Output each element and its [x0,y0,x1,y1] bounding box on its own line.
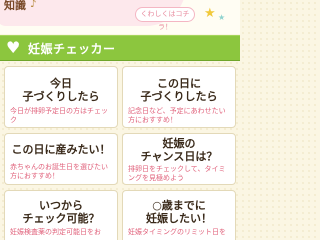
card-description: 赤ちゃんのお誕生日を選びたい方におすすめ！ [10,163,108,180]
card-description: 妊娠タイミングのリミット日を [128,228,226,236]
section-title: 妊娠チェッカー [28,42,116,56]
card-title: 今日 子づくりしたら [22,77,100,103]
card-description: 今日が排卵予定日の方はチェック [10,107,108,124]
card-description: 排卵日をチェックして、タイミングを見極めよう [128,165,226,182]
star-icon: ★ [204,6,216,21]
card-chance-day[interactable]: 妊娠の チャンス日は？ 排卵日をチェックして、タイミングを見極めよう [122,133,236,185]
card-check-from[interactable]: いつから チェック可能？ 妊娠検査薬の判定可能日をお [4,190,118,240]
card-title: いつから チェック可能？ [22,199,100,225]
detail-button[interactable]: くわしくはコチラ！ [135,7,195,31]
small-star-icon: ★ [218,13,226,22]
card-title: ○歳までに 妊娠したい！ [146,199,212,225]
card-title: この日に 子づくりしたら [140,77,218,103]
card-today[interactable]: 今日 子づくりしたら 今日が排卵予定日の方はチェック [4,66,118,128]
card-title: この日に産みたい！ [11,143,111,156]
card-description: 妊娠検査薬の判定可能日をお [10,228,101,236]
top-banner: 知識 ♪ くわしくはコチラ！ ★ ★ [0,0,240,34]
card-title: 妊娠の チャンス日は？ [140,137,218,163]
card-birth-day[interactable]: この日に産みたい！ 赤ちゃんのお誕生日を選びたい方におすすめ！ [4,133,118,185]
card-this-day[interactable]: この日に 子づくりしたら 記念日など、予定にあわせたい方におすすめ！ [122,66,236,128]
header-title: 知識 [4,0,26,12]
section-header: ♥ 妊娠チェッカー [0,35,240,61]
card-description: 記念日など、予定にあわせたい方におすすめ！ [128,107,226,124]
card-age-limit[interactable]: ○歳までに 妊娠したい！ 妊娠タイミングのリミット日を [122,190,236,240]
music-note-icon: ♪ [30,0,37,10]
heart-icon: ♥ [6,38,21,57]
